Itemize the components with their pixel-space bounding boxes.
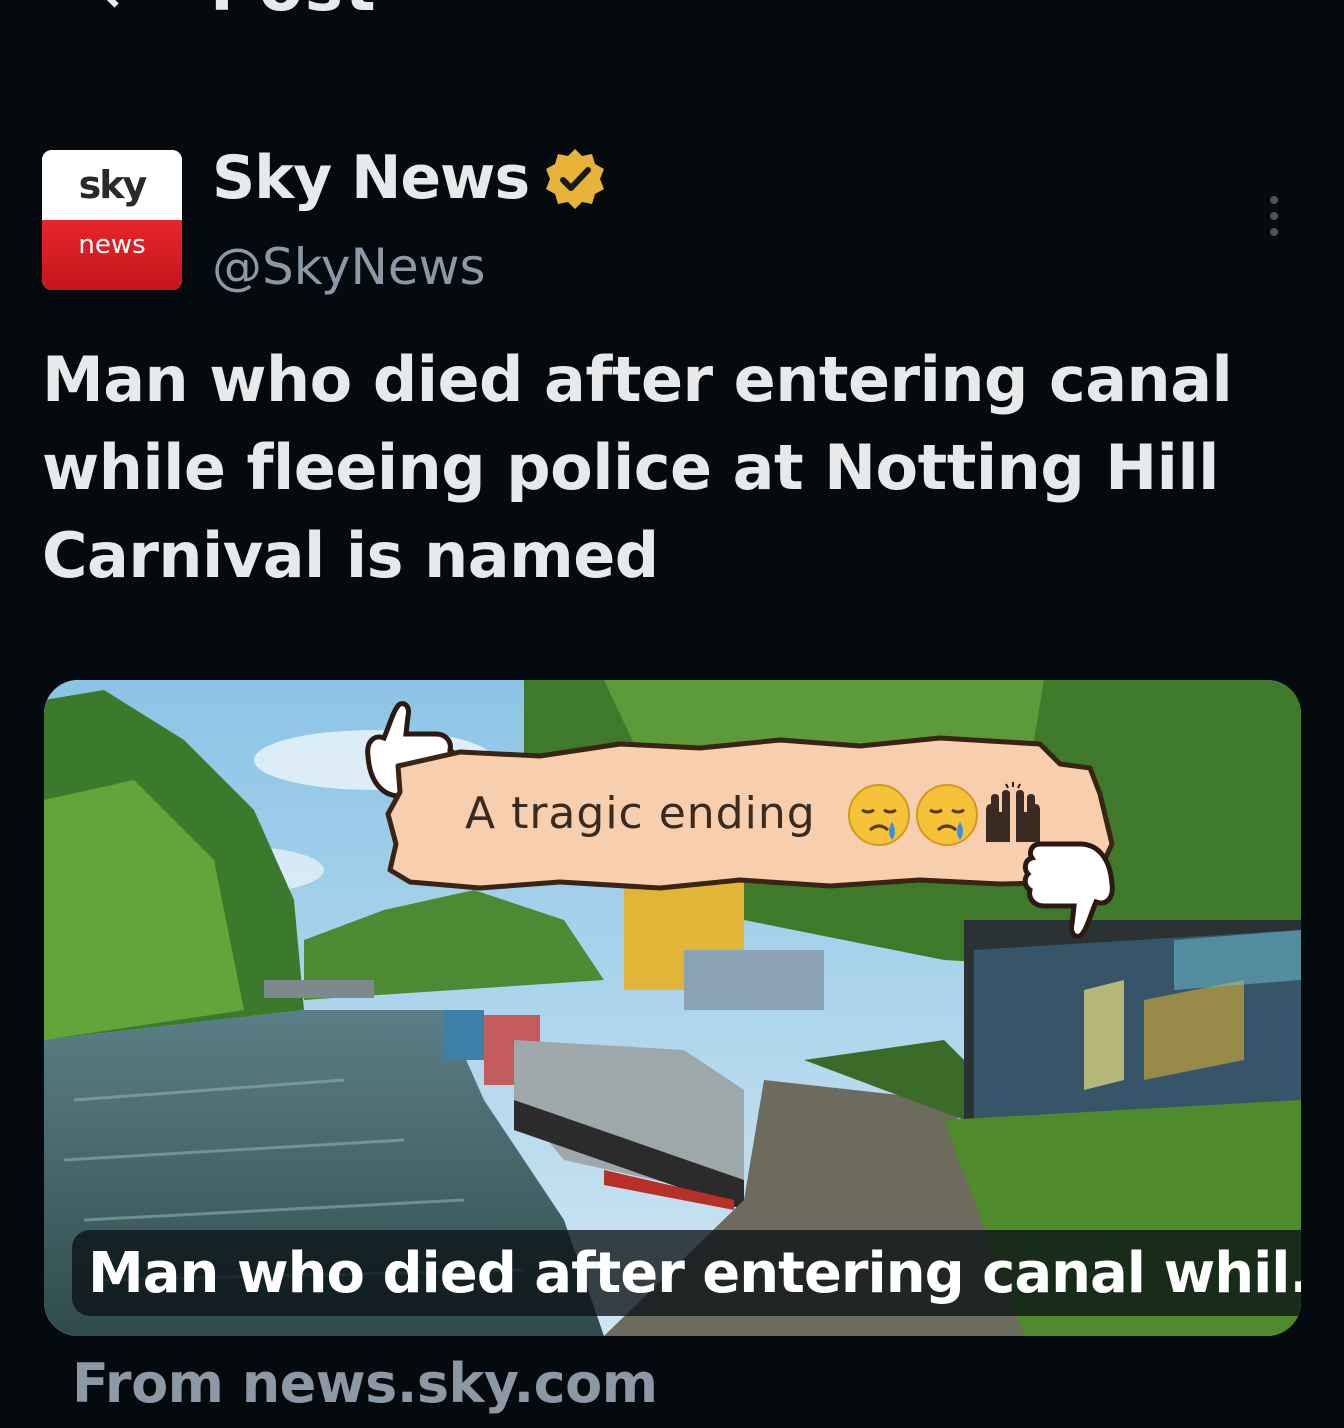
page-title: Post [210, 0, 378, 22]
avatar-logo-top: sky [42, 150, 182, 220]
author-display-name[interactable]: Sky News [212, 143, 530, 213]
avatar-logo-text: sky [78, 163, 148, 207]
crying-face-icon [848, 784, 910, 846]
sticker-caption: A tragic ending [465, 788, 816, 839]
avatar-logo-bottom: news [42, 220, 182, 290]
raised-hands-icon [986, 782, 1040, 842]
post-text: Man who died after entering canal while … [42, 343, 1233, 592]
top-bar: ← Post [0, 0, 1344, 22]
more-options-icon[interactable] [1256, 196, 1292, 246]
sky-news-avatar[interactable]: sky news [42, 150, 182, 290]
avatar-logo-subtext: news [78, 230, 146, 260]
card-headline: Man who died after entering canal whil..… [72, 1230, 1301, 1316]
back-arrow-icon[interactable]: ← [100, 0, 150, 22]
verified-badge-icon [546, 149, 604, 209]
crying-face-icon [916, 784, 978, 846]
link-source[interactable]: From news.sky.com [72, 1352, 658, 1415]
author-handle[interactable]: @SkyNews [212, 238, 486, 296]
refresh-icon[interactable] [1194, 0, 1254, 10]
